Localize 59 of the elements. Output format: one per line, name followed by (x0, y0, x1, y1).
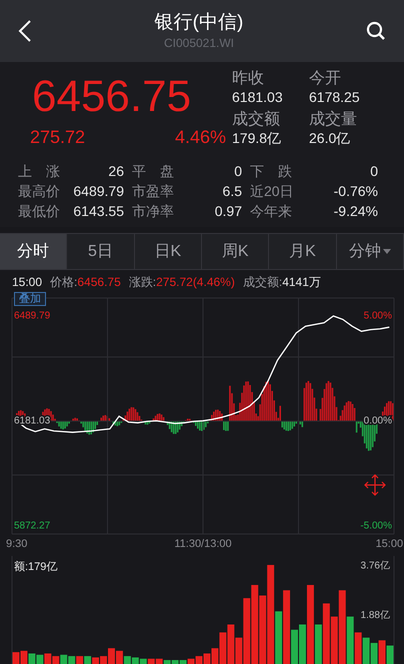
stat-value: 6489.79 (72, 182, 125, 201)
info-label: 价格: (50, 274, 78, 291)
info-time: 15:00 (12, 274, 42, 291)
chart-tab[interactable]: 分钟 (336, 234, 404, 269)
stat-value: 0.97 (214, 202, 243, 221)
stat-label: 上 涨 (18, 162, 61, 181)
info-value: 4141万 (282, 274, 321, 291)
field-label: 今开 (309, 70, 342, 88)
percent-label: -5.00% (360, 520, 392, 532)
x-axis-label: 15:00 (376, 537, 404, 552)
index-code: CI005021.WI (164, 35, 234, 51)
stat-value: 26 (107, 162, 125, 181)
field-label: 成交额 (232, 110, 281, 128)
x-axis-label: 9:30 (6, 537, 28, 552)
page-title: 银行(中信) (154, 11, 244, 35)
search-icon[interactable] (366, 21, 386, 41)
percent-label: 5.00% (364, 310, 392, 322)
stat-value: -0.76% (332, 182, 379, 201)
y-axis-label: 5872.27 (14, 520, 50, 532)
y-axis-label: 1.88亿 (360, 610, 390, 621)
info-label: 涨跌: (128, 274, 156, 291)
stat-value: 0 (369, 162, 379, 181)
stat-label: 市盈率 (132, 182, 175, 201)
x-axis-label: 11:30/13:00 (174, 537, 232, 552)
back-icon[interactable] (18, 19, 32, 43)
stat-label: 市净率 (132, 202, 175, 221)
info-label: 成交额: (242, 274, 282, 291)
field-value: 6178.25 (309, 88, 361, 106)
stat-label: 近20日 (250, 182, 295, 201)
y-axis-label: 6489.79 (14, 310, 50, 322)
chart-tab[interactable]: 周K (202, 234, 270, 269)
price-change: 275.72 (30, 126, 86, 149)
stat-label: 最低价 (18, 202, 61, 221)
stat-value: 0 (233, 162, 243, 181)
chart-tab[interactable]: 5日 (67, 234, 135, 269)
chart-tab[interactable]: 分时 (0, 234, 68, 269)
stat-label: 下 跌 (250, 162, 293, 181)
field-label: 成交量 (309, 110, 358, 128)
field-value: 179.8亿 (232, 128, 282, 146)
caret-icon (382, 249, 391, 254)
stat-value: 6143.55 (72, 202, 125, 221)
y-axis-label: 3.76亿 (360, 560, 390, 572)
overlay-button[interactable]: 叠加 (14, 292, 46, 306)
info-value: 6456.75 (77, 274, 121, 291)
stat-label: 今年来 (250, 202, 293, 221)
info-value: 275.72(4.46%) (156, 274, 235, 291)
stat-label: 最高价 (18, 182, 61, 201)
field-value: 6181.03 (232, 88, 284, 106)
stat-value: 6.5 (222, 182, 243, 201)
stat-label: 平 盘 (132, 162, 175, 181)
chart-tab[interactable]: 月K (269, 234, 337, 269)
field-value: 26.0亿 (309, 128, 352, 146)
change-percent: 4.46% (174, 126, 226, 149)
current-price: 6456.75 (31, 71, 192, 123)
volume-total: 额:179亿 (14, 561, 58, 573)
field-label: 昨收 (232, 70, 265, 88)
expand-icon[interactable] (364, 474, 386, 496)
chart-tab[interactable]: 日K (134, 234, 202, 269)
stat-value: -9.24% (332, 202, 379, 221)
